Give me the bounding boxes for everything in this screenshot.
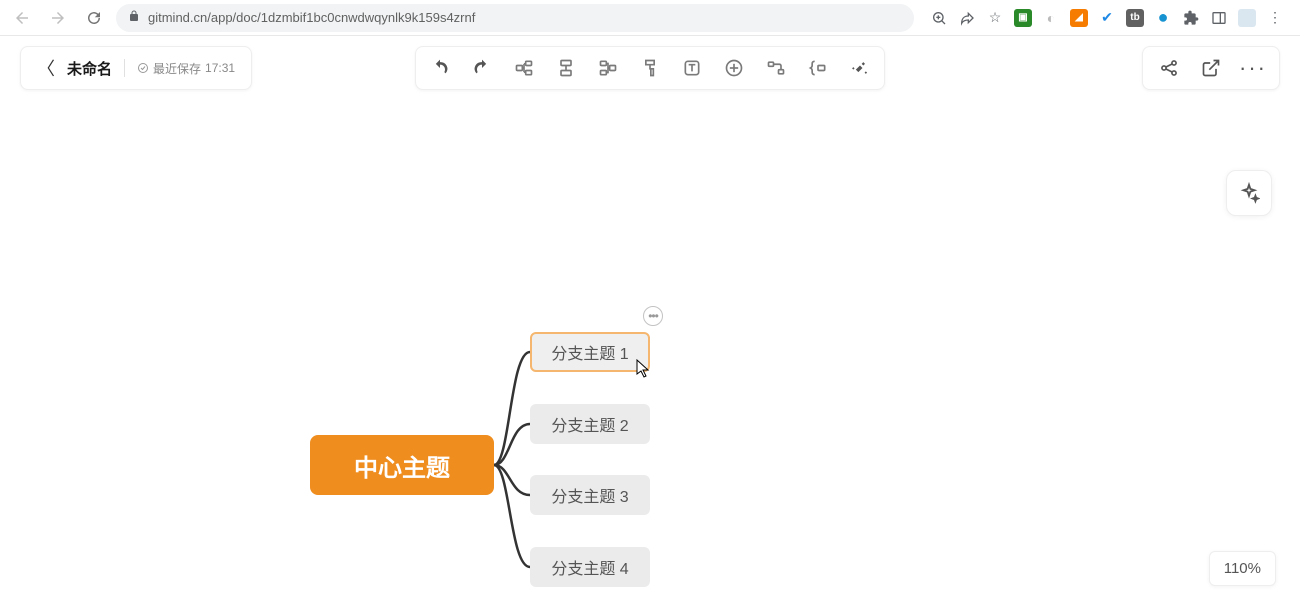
document-title-box: 〈 未命名 最近保存 17:31 [20, 46, 252, 90]
sparkle-icon [1238, 182, 1260, 204]
floating-widget-button[interactable] [1226, 170, 1272, 216]
lock-icon [128, 10, 140, 25]
branch-label: 分支主题 4 [551, 555, 628, 579]
open-external-button[interactable] [1199, 56, 1223, 80]
zoom-indicator-icon[interactable] [930, 9, 948, 27]
address-bar[interactable]: gitmind.cn/app/doc/1dzmbif1bc0cnwdwqynlk… [116, 4, 914, 32]
central-topic-node[interactable]: 中心主题 [310, 435, 494, 495]
add-button[interactable] [722, 56, 746, 80]
back-button[interactable] [8, 4, 36, 32]
add-child-node-button[interactable] [512, 56, 536, 80]
extension-icon[interactable]: ● [1154, 9, 1172, 27]
mindmap-canvas[interactable]: 中心主题 分支主题 1 ••• 分支主题 2 分支主题 3 分支主题 4 [0, 100, 1300, 600]
branch-node[interactable]: 分支主题 4 [530, 547, 650, 587]
right-actions: ··· [1142, 46, 1280, 90]
divider [124, 59, 125, 77]
branch-node[interactable]: 分支主题 2 [530, 404, 650, 444]
document-title[interactable]: 未命名 [67, 58, 112, 79]
browser-chrome: gitmind.cn/app/doc/1dzmbif1bc0cnwdwqynlk… [0, 0, 1300, 36]
check-circle-icon [137, 62, 149, 74]
save-label: 最近保存 [153, 60, 201, 77]
save-time: 17:31 [205, 61, 235, 75]
add-sibling-node-button[interactable] [554, 56, 578, 80]
share-button[interactable] [1157, 56, 1181, 80]
summary-button[interactable] [806, 56, 830, 80]
zoom-value: 110% [1224, 560, 1261, 577]
undo-button[interactable] [428, 56, 452, 80]
save-status: 最近保存 17:31 [137, 60, 235, 77]
relation-button[interactable] [764, 56, 788, 80]
forward-button[interactable] [44, 4, 72, 32]
format-paint-button[interactable] [638, 56, 662, 80]
branch-node[interactable]: 分支主题 3 [530, 475, 650, 515]
connection-lines [0, 100, 1300, 600]
extension-icon[interactable]: ◐ [1042, 9, 1060, 27]
branch-label: 分支主题 2 [551, 412, 628, 436]
central-topic-label: 中心主题 [354, 448, 450, 483]
back-chevron-icon[interactable]: 〈 [37, 55, 55, 81]
text-button[interactable] [680, 56, 704, 80]
app-header: 〈 未命名 最近保存 17:31 ··· [0, 36, 1300, 100]
branch-label: 分支主题 1 [551, 340, 628, 364]
branch-node[interactable]: 分支主题 1 [530, 332, 650, 372]
extension-icon[interactable]: ▣ [1014, 9, 1032, 27]
browser-actions: ☆ ▣ ◐ ◢ ✔ tb ● ⋮ [922, 9, 1292, 27]
zoom-level[interactable]: 110% [1209, 551, 1276, 586]
bookmark-star-icon[interactable]: ☆ [986, 9, 1004, 27]
main-toolbar [415, 46, 885, 90]
extension-icon[interactable]: ✔ [1098, 9, 1116, 27]
extension-icon[interactable]: tb [1126, 9, 1144, 27]
more-menu-button[interactable]: ··· [1241, 56, 1265, 80]
extension-icon[interactable]: ◢ [1070, 9, 1088, 27]
branch-label: 分支主题 3 [551, 483, 628, 507]
reload-button[interactable] [80, 4, 108, 32]
share-page-icon[interactable] [958, 9, 976, 27]
chrome-menu-icon[interactable]: ⋮ [1266, 9, 1284, 27]
ai-magic-button[interactable] [848, 56, 872, 80]
profile-avatar[interactable] [1238, 9, 1256, 27]
node-menu-button[interactable]: ••• [643, 306, 663, 326]
panel-icon[interactable] [1210, 9, 1228, 27]
url-text: gitmind.cn/app/doc/1dzmbif1bc0cnwdwqynlk… [148, 10, 475, 25]
redo-button[interactable] [470, 56, 494, 80]
extensions-puzzle-icon[interactable] [1182, 9, 1200, 27]
add-parent-node-button[interactable] [596, 56, 620, 80]
